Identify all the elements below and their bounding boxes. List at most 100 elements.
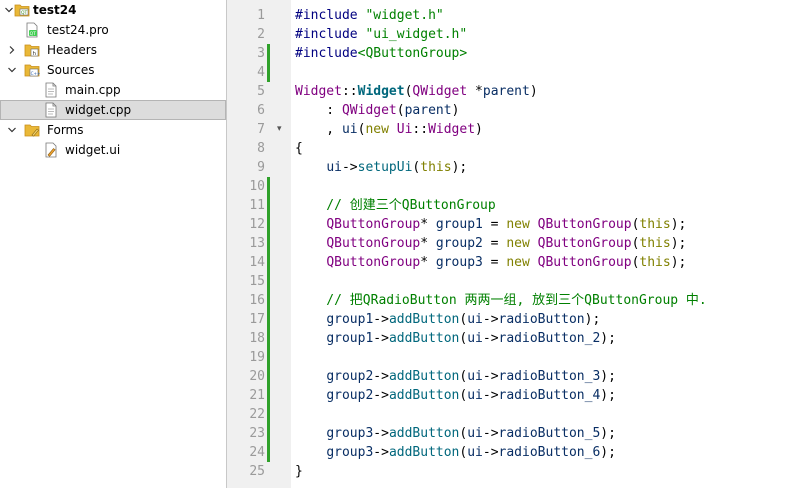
code-token: group1	[435, 217, 483, 232]
change-marker	[267, 405, 270, 424]
code-token: ->	[482, 331, 499, 346]
project-icon: QT	[14, 2, 30, 18]
change-marker	[267, 196, 270, 215]
tree-item-label: test24	[33, 3, 77, 17]
code-token: "widget.h"	[365, 8, 444, 23]
tree-item-main-cpp[interactable]: main.cpp	[0, 80, 226, 100]
tree-item-sources[interactable]: C++ Sources	[0, 60, 226, 80]
code-token: ui	[467, 369, 483, 384]
line-number: 6	[257, 103, 265, 118]
expanded-arrow-icon[interactable]	[4, 5, 14, 15]
code-token: parent	[482, 84, 530, 99]
change-marker	[267, 63, 270, 82]
code-token: QButtonGroup	[326, 217, 421, 232]
code-token: ->	[482, 445, 499, 460]
fold-arrow-icon[interactable]: ▾	[277, 120, 285, 139]
code-token: );	[670, 255, 687, 270]
code-token: this	[420, 160, 452, 175]
code-line: group2->addButton(ui->radioButton_4);	[295, 386, 616, 405]
code-token: <QButtonGroup>	[357, 46, 468, 61]
line-number-gutter: 1 2 3 4 5 6 7 8 9 10 11 12 13 14 15 16 17 18 19 20 21 22 23 24 2…	[227, 0, 291, 488]
tree-item-label: widget.cpp	[65, 103, 132, 117]
code-token: radioButton_2	[498, 331, 601, 346]
tree-item-test24[interactable]: QT test24	[0, 0, 226, 20]
svg-text:C++: C++	[31, 71, 40, 76]
tree-item-widget-cpp[interactable]: widget.cpp	[0, 100, 226, 120]
tree-item-headers[interactable]: h Headers	[0, 40, 226, 60]
code-token: =	[482, 217, 507, 232]
tree-item-widget-ui[interactable]: widget.ui	[0, 140, 226, 160]
code-token: ui	[467, 445, 483, 460]
code-line: // 把QRadioButton 两两一组, 放到三个QButtonGroup …	[295, 291, 706, 310]
line-number: 20	[249, 369, 265, 384]
code-line: QButtonGroup* group1 = new QButtonGroup(…	[295, 215, 686, 234]
code-token: QButtonGroup	[326, 255, 421, 270]
code-token: group3	[435, 255, 483, 270]
code-line: Widget::Widget(QWidget *parent)	[295, 82, 538, 101]
code-token: )	[529, 84, 538, 99]
code-token: );	[670, 217, 687, 232]
change-marker	[267, 177, 270, 196]
code-line: group2->addButton(ui->radioButton_3);	[295, 367, 616, 386]
change-marker	[267, 272, 270, 291]
code-token: );	[600, 426, 616, 441]
code-token: addButton	[388, 312, 460, 327]
code-token: ->	[373, 331, 389, 346]
line-number: 21	[249, 388, 265, 403]
code-token: ui	[467, 426, 483, 441]
code-token: group3	[326, 445, 374, 460]
line-number: 23	[249, 426, 265, 441]
svg-text:QT: QT	[30, 31, 37, 37]
code-token: Ui	[396, 122, 413, 137]
code-token: addButton	[388, 426, 460, 441]
tree-item-forms[interactable]: Forms	[0, 120, 226, 140]
code-line: ui->setupUi(this);	[295, 158, 467, 177]
code-token: ,	[295, 122, 342, 137]
tree-item-test24-pro[interactable]: QT test24.pro	[0, 20, 226, 40]
tree-item-label: Sources	[47, 63, 95, 77]
code-token: ::	[412, 122, 429, 137]
code-token: new	[365, 122, 389, 137]
change-marker	[267, 291, 270, 310]
line-number: 15	[249, 274, 265, 289]
code-token: );	[670, 236, 687, 251]
ui-file-icon	[43, 142, 59, 158]
change-marker	[267, 253, 270, 272]
code-token: setupUi	[357, 160, 413, 175]
code-token: (	[396, 103, 405, 118]
code-token: group1	[326, 331, 374, 346]
code-token: addButton	[388, 445, 460, 460]
project-tree: QT test24 QT test24.pro h Headers C++ So…	[0, 0, 227, 488]
pro-file-icon: QT	[24, 22, 40, 38]
code-token: QButtonGroup	[537, 236, 632, 251]
code-token: QButtonGroup	[537, 217, 632, 232]
collapsed-arrow-icon[interactable]	[7, 45, 17, 55]
line-number: 18	[249, 331, 265, 346]
line-number: 9	[257, 160, 265, 175]
expanded-arrow-icon[interactable]	[7, 125, 17, 135]
code-token: radioButton_5	[498, 426, 601, 441]
tree-item-label: Forms	[47, 123, 84, 137]
code-token: radioButton_3	[498, 369, 601, 384]
line-number: 14	[249, 255, 265, 270]
code-token: ->	[482, 426, 499, 441]
code-token: group2	[326, 388, 374, 403]
code-line: #include<QButtonGroup>	[295, 44, 467, 63]
code-token: ->	[373, 445, 389, 460]
code-token: ->	[373, 388, 389, 403]
code-token: }	[295, 464, 303, 479]
code-token: Widget	[428, 122, 476, 137]
code-token: radioButton	[498, 312, 585, 327]
line-number: 5	[257, 84, 265, 99]
code-token: // 创建三个QButtonGroup	[295, 198, 496, 213]
expanded-arrow-icon[interactable]	[7, 65, 17, 75]
code-line: , ui(new Ui::Widget)	[295, 120, 483, 139]
